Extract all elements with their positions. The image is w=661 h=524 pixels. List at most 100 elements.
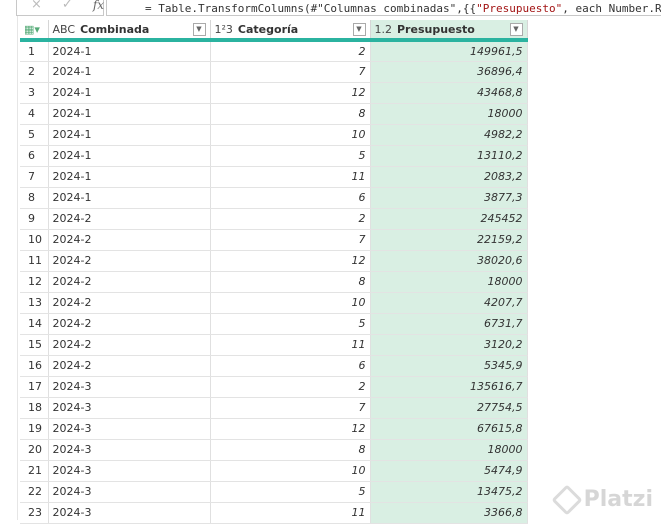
combinada-cell[interactable]: 2024-1 <box>48 61 211 83</box>
presupuesto-cell[interactable]: 43468,8 <box>370 82 528 104</box>
presupuesto-cell[interactable]: 2083,2 <box>370 166 528 188</box>
combinada-cell[interactable]: 2024-3 <box>48 481 211 503</box>
table-row: 9 2024-2 2 245452 <box>20 208 528 230</box>
table-row: 3 2024-1 12 43468,8 <box>20 82 528 104</box>
table-row: 7 2024-1 11 2083,2 <box>20 166 528 188</box>
categoria-cell[interactable]: 8 <box>210 271 371 293</box>
filter-dropdown-icon[interactable]: ▼ <box>509 22 523 36</box>
combinada-cell[interactable]: 2024-3 <box>48 376 211 398</box>
combinada-cell[interactable]: 2024-2 <box>48 250 211 272</box>
categoria-cell[interactable]: 2 <box>210 376 371 398</box>
presupuesto-cell[interactable]: 245452 <box>370 208 528 230</box>
combinada-cell[interactable]: 2024-2 <box>48 355 211 377</box>
combinada-cell[interactable]: 2024-3 <box>48 439 211 461</box>
categoria-cell[interactable]: 7 <box>210 397 371 419</box>
presupuesto-cell[interactable]: 135616,7 <box>370 376 528 398</box>
categoria-cell[interactable]: 7 <box>210 61 371 83</box>
presupuesto-cell[interactable]: 6731,7 <box>370 313 528 335</box>
table-row: 12 2024-2 8 18000 <box>20 271 528 293</box>
table-row: 10 2024-2 7 22159,2 <box>20 229 528 251</box>
presupuesto-cell[interactable]: 5345,9 <box>370 355 528 377</box>
type-icon[interactable]: 1²3 <box>215 23 233 36</box>
categoria-cell[interactable]: 8 <box>210 439 371 461</box>
combinada-cell[interactable]: 2024-2 <box>48 208 211 230</box>
categoria-cell[interactable]: 12 <box>210 418 371 440</box>
categoria-cell[interactable]: 10 <box>210 292 371 314</box>
presupuesto-cell[interactable]: 13475,2 <box>370 481 528 503</box>
categoria-cell[interactable]: 5 <box>210 481 371 503</box>
cancel-icon[interactable]: × <box>31 0 42 12</box>
combinada-cell[interactable]: 2024-2 <box>48 292 211 314</box>
categoria-cell[interactable]: 2 <box>210 208 371 230</box>
combinada-cell[interactable]: 2024-2 <box>48 271 211 293</box>
table-row: 18 2024-3 7 27754,5 <box>20 397 528 419</box>
presupuesto-cell[interactable]: 4207,7 <box>370 292 528 314</box>
presupuesto-cell[interactable]: 13110,2 <box>370 145 528 167</box>
presupuesto-cell[interactable]: 3120,2 <box>370 334 528 356</box>
row-number: 11 <box>20 250 49 272</box>
column-header-presupuesto[interactable]: 1.2 Presupuesto ▼ <box>370 20 528 42</box>
formula-suffix: , each Number.Ro <box>562 2 661 15</box>
presupuesto-cell[interactable]: 4982,2 <box>370 124 528 146</box>
row-number: 17 <box>20 376 49 398</box>
categoria-cell[interactable]: 11 <box>210 334 371 356</box>
categoria-cell[interactable]: 12 <box>210 82 371 104</box>
categoria-cell[interactable]: 6 <box>210 187 371 209</box>
presupuesto-cell[interactable]: 3877,3 <box>370 187 528 209</box>
platzi-logo-icon <box>551 483 583 516</box>
presupuesto-cell[interactable]: 27754,5 <box>370 397 528 419</box>
categoria-cell[interactable]: 11 <box>210 166 371 188</box>
check-icon[interactable]: ✓ <box>62 0 73 12</box>
combinada-cell[interactable]: 2024-1 <box>48 166 211 188</box>
fx-icon[interactable]: fx <box>93 0 104 12</box>
presupuesto-cell[interactable]: 38020,6 <box>370 250 528 272</box>
type-icon[interactable]: 1.2 <box>375 23 393 36</box>
row-number: 21 <box>20 460 49 482</box>
combinada-cell[interactable]: 2024-3 <box>48 397 211 419</box>
row-number: 4 <box>20 103 49 125</box>
column-name: Presupuesto <box>397 22 475 36</box>
presupuesto-cell[interactable]: 18000 <box>370 103 528 125</box>
presupuesto-cell[interactable]: 149961,5 <box>370 40 528 62</box>
platzi-watermark: Platzi <box>551 483 653 516</box>
table-row: 19 2024-3 12 67615,8 <box>20 418 528 440</box>
categoria-cell[interactable]: 6 <box>210 355 371 377</box>
table-menu-icon[interactable]: ▦▾ <box>20 20 49 42</box>
presupuesto-cell[interactable]: 18000 <box>370 439 528 461</box>
combinada-cell[interactable]: 2024-1 <box>48 103 211 125</box>
categoria-cell[interactable]: 8 <box>210 103 371 125</box>
presupuesto-cell[interactable]: 5474,9 <box>370 460 528 482</box>
table-row: 2 2024-1 7 36896,4 <box>20 61 528 83</box>
combinada-cell[interactable]: 2024-3 <box>48 418 211 440</box>
combinada-cell[interactable]: 2024-1 <box>48 187 211 209</box>
combinada-cell[interactable]: 2024-2 <box>48 334 211 356</box>
formula-string: "Presupuesto" <box>476 2 563 15</box>
categoria-cell[interactable]: 10 <box>210 460 371 482</box>
left-panel-edge <box>0 0 18 520</box>
column-header-categoría[interactable]: 1²3 Categoría ▼ <box>210 20 371 42</box>
filter-dropdown-icon[interactable]: ▼ <box>192 22 206 36</box>
presupuesto-cell[interactable]: 67615,8 <box>370 418 528 440</box>
combinada-cell[interactable]: 2024-2 <box>48 313 211 335</box>
type-icon[interactable]: ABC <box>53 23 76 36</box>
column-header-combinada[interactable]: ABC Combinada ▼ <box>48 20 211 42</box>
combinada-cell[interactable]: 2024-1 <box>48 82 211 104</box>
categoria-cell[interactable]: 5 <box>210 145 371 167</box>
filter-dropdown-icon[interactable]: ▼ <box>352 22 366 36</box>
categoria-cell[interactable]: 5 <box>210 313 371 335</box>
row-number: 18 <box>20 397 49 419</box>
categoria-cell[interactable]: 12 <box>210 250 371 272</box>
combinada-cell[interactable]: 2024-1 <box>48 124 211 146</box>
categoria-cell[interactable]: 7 <box>210 229 371 251</box>
presupuesto-cell[interactable]: 36896,4 <box>370 61 528 83</box>
combinada-cell[interactable]: 2024-3 <box>48 460 211 482</box>
combinada-cell[interactable]: 2024-2 <box>48 229 211 251</box>
presupuesto-cell[interactable]: 18000 <box>370 271 528 293</box>
table-row: 15 2024-2 11 3120,2 <box>20 334 528 356</box>
categoria-cell[interactable]: 2 <box>210 40 371 62</box>
formula-input[interactable]: = Table.TransformColumns(#"Columnas comb… <box>106 0 661 16</box>
combinada-cell[interactable]: 2024-1 <box>48 145 211 167</box>
categoria-cell[interactable]: 10 <box>210 124 371 146</box>
combinada-cell[interactable]: 2024-1 <box>48 40 211 62</box>
presupuesto-cell[interactable]: 22159,2 <box>370 229 528 251</box>
